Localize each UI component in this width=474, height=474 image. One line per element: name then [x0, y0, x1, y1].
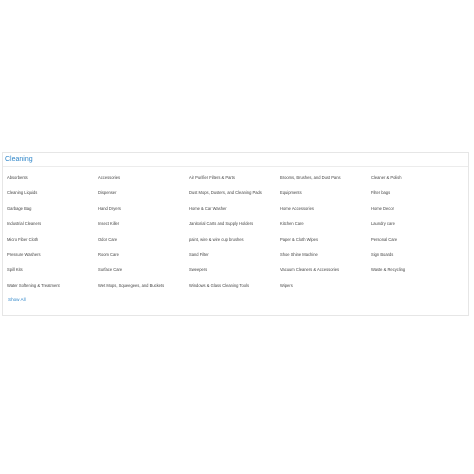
category-link[interactable]: Equipments	[280, 190, 371, 205]
category-link[interactable]: Pressure Washers	[7, 252, 98, 267]
category-link[interactable]: Sweepers	[189, 267, 280, 282]
category-link[interactable]: Home Decor	[371, 206, 462, 221]
category-link[interactable]: Dust Mops, Dusters, and Cleaning Pads	[189, 190, 280, 205]
category-link[interactable]: Cleaning Liquids	[7, 190, 98, 205]
category-link[interactable]: Dispenser	[98, 190, 189, 205]
category-link[interactable]: Industrial Cleaners	[7, 221, 98, 236]
section-title: Cleaning	[5, 156, 33, 163]
category-link[interactable]: Hand Dryers	[98, 206, 189, 221]
category-link[interactable]: Sign Boards	[371, 252, 462, 267]
category-link[interactable]: Accessories	[98, 175, 189, 190]
category-link[interactable]: paint, wire & wire cup brushes	[189, 237, 280, 252]
category-link[interactable]: Laundry care	[371, 221, 462, 236]
category-grid: Absorbents Accessories Air Purifier Filt…	[7, 175, 467, 298]
show-all-link[interactable]: Show All	[8, 297, 26, 303]
category-link[interactable]: Home Accessories	[280, 206, 371, 221]
category-link[interactable]: Absorbents	[7, 175, 98, 190]
category-link[interactable]: Wet Mops, Squeegees, and Buckets	[98, 283, 189, 298]
category-link[interactable]: Shoe Shine Machine	[280, 252, 371, 267]
category-link[interactable]: Wipers	[280, 283, 371, 298]
category-link[interactable]: Windows & Glass Cleaning Tools	[189, 283, 280, 298]
category-link[interactable]: Spill Kits	[7, 267, 98, 282]
title-divider	[3, 166, 468, 167]
category-link[interactable]: Water Softening & Treatment	[7, 283, 98, 298]
category-link[interactable]: Room Care	[98, 252, 189, 267]
category-link[interactable]: Kitchen Care	[280, 221, 371, 236]
category-link[interactable]: Janitorial Carts and Supply Holders	[189, 221, 280, 236]
category-link[interactable]: Cleaner & Polish	[371, 175, 462, 190]
category-link[interactable]: Garbage Bag	[7, 206, 98, 221]
category-link[interactable]: Air Purifier Filters & Parts	[189, 175, 280, 190]
category-link[interactable]: Micro Fiber Cloth	[7, 237, 98, 252]
category-link[interactable]: Vacuum Cleaners & Accessories	[280, 267, 371, 282]
category-link[interactable]: Sand Filter	[189, 252, 280, 267]
category-link[interactable]: Paper & Cloth Wipes	[280, 237, 371, 252]
category-link[interactable]: Odor Care	[98, 237, 189, 252]
category-link[interactable]: Filter bags	[371, 190, 462, 205]
category-link[interactable]: Surface Care	[98, 267, 189, 282]
category-link[interactable]: Waste & Recycling	[371, 267, 462, 282]
cleaning-category-panel: Cleaning Absorbents Accessories Air Puri…	[2, 152, 469, 316]
category-link[interactable]: Insect Killer	[98, 221, 189, 236]
category-link[interactable]: Home & Car Washer	[189, 206, 280, 221]
category-link[interactable]: Brooms, Brushes, and Dust Pans	[280, 175, 371, 190]
category-link[interactable]: Personal Care	[371, 237, 462, 252]
